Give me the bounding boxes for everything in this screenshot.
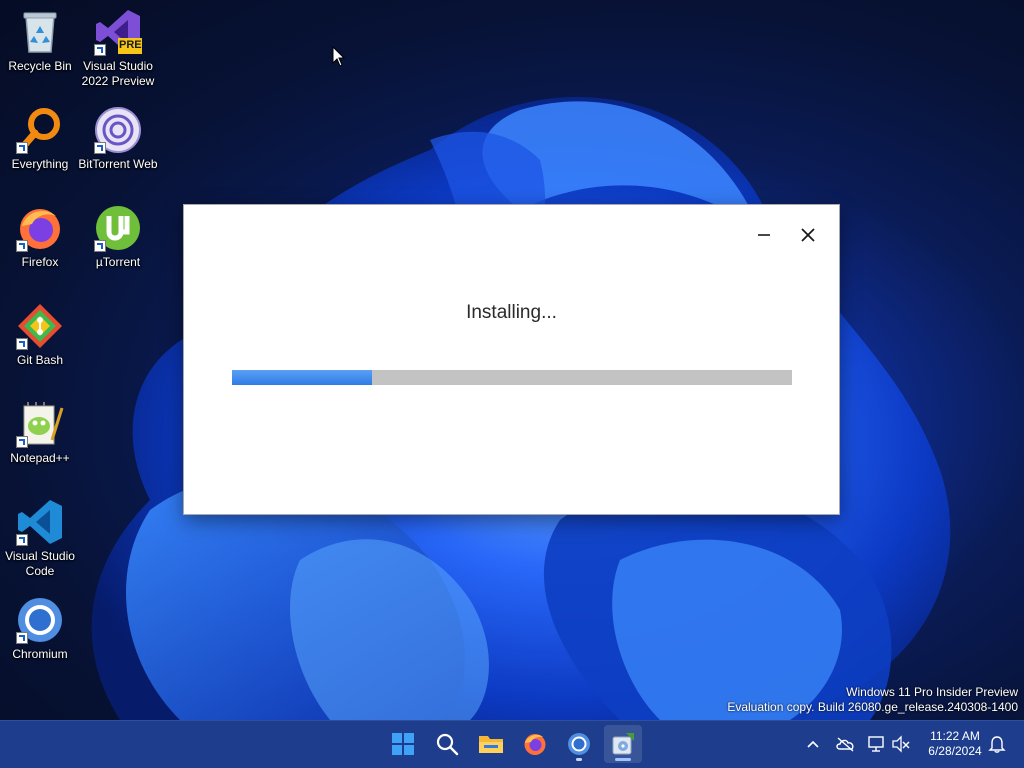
mouse-cursor-icon: [332, 46, 346, 67]
taskbar-firefox-button[interactable]: [516, 725, 554, 763]
shortcut-arrow-icon: [16, 142, 28, 154]
tray-volume-button[interactable]: [890, 733, 912, 755]
tray-overflow-button[interactable]: [802, 733, 824, 755]
close-button[interactable]: [791, 220, 825, 250]
chevron-up-icon: [807, 740, 819, 748]
install-progress-bar: [232, 370, 792, 385]
firefox-icon: [16, 204, 64, 252]
shortcut-arrow-icon: [94, 44, 106, 56]
taskbar-file-explorer-button[interactable]: [472, 725, 510, 763]
firefox-icon: [524, 734, 546, 755]
minimize-button[interactable]: [747, 220, 781, 250]
bittorrent-icon: [94, 106, 142, 154]
tray-network-button[interactable]: [866, 733, 888, 755]
desktop-icon-bittorrent-web[interactable]: BitTorrent Web: [78, 106, 158, 172]
clock-time: 11:22 AM: [930, 729, 980, 743]
desktop-icon-visual-studio-preview[interactable]: PRE Visual Studio 2022 Preview: [78, 8, 158, 89]
notepad-plus-plus-icon: [16, 400, 64, 448]
shortcut-arrow-icon: [16, 534, 28, 546]
desktop-icon-label: Git Bash: [16, 353, 64, 367]
utorrent-icon: [94, 204, 142, 252]
desktop-icon-vscode[interactable]: Visual Studio Code: [0, 498, 80, 579]
shortcut-arrow-icon: [16, 240, 28, 252]
desktop: Recycle Bin Everything Firefox Git Bash …: [0, 0, 1024, 720]
everything-search-icon: [16, 106, 64, 154]
running-indicator: [576, 758, 582, 761]
taskbar: 11:22 AM 6/28/2024: [0, 720, 1024, 768]
clock-date: 6/28/2024: [928, 744, 982, 758]
desktop-icon-label: Chromium: [12, 647, 68, 661]
git-bash-icon: [16, 302, 64, 350]
taskbar-installer-button[interactable]: [604, 725, 642, 763]
shortcut-arrow-icon: [94, 142, 106, 154]
install-status-text: Installing...: [466, 302, 557, 323]
watermark-build: Evaluation copy. Build 26080.ge_release.…: [727, 700, 1018, 714]
desktop-icon-label: Notepad++: [10, 451, 70, 465]
desktop-icon-label: BitTorrent Web: [78, 157, 158, 171]
installer-icon: [612, 733, 634, 755]
recycle-bin-icon: [16, 8, 64, 56]
visual-studio-preview-icon: PRE: [94, 8, 142, 56]
active-indicator: [615, 758, 631, 761]
volume-muted-icon: [892, 735, 910, 753]
desktop-icon-label: Everything: [11, 157, 69, 171]
shortcut-arrow-icon: [94, 240, 106, 252]
desktop-icon-firefox[interactable]: Firefox: [0, 204, 80, 270]
watermark-edition: Windows 11 Pro Insider Preview: [846, 685, 1018, 699]
taskbar-search-button[interactable]: [428, 725, 466, 763]
desktop-icon-utorrent[interactable]: µTorrent: [78, 204, 158, 270]
desktop-icon-label: µTorrent: [95, 255, 141, 269]
shortcut-arrow-icon: [16, 632, 28, 644]
windows-evaluation-watermark: Windows 11 Pro Insider Preview Evaluatio…: [727, 685, 1018, 715]
desktop-icon-label: Firefox: [21, 255, 59, 269]
chromium-icon: [568, 733, 590, 755]
preview-badge: PRE: [119, 39, 142, 51]
windows-start-icon: [392, 733, 414, 755]
close-icon: [801, 228, 815, 242]
desktop-icon-recycle-bin[interactable]: Recycle Bin: [0, 8, 80, 74]
minimize-icon: [758, 234, 770, 236]
tray-onedrive-button[interactable]: [834, 733, 856, 755]
desktop-icon-label: Recycle Bin: [8, 59, 72, 73]
taskbar-clock[interactable]: 11:22 AM 6/28/2024: [920, 729, 990, 759]
shortcut-arrow-icon: [16, 338, 28, 350]
desktop-icon-label: Visual Studio 2022 Preview: [81, 59, 155, 88]
notification-bell-icon: [988, 736, 1006, 753]
notification-center-button[interactable]: [986, 733, 1008, 755]
progress-bar-fill: [232, 370, 372, 385]
onedrive-offline-icon: [836, 737, 854, 752]
desktop-icon-notepad-plus-plus[interactable]: Notepad++: [0, 400, 80, 466]
taskbar-chromium-button[interactable]: [560, 725, 598, 763]
taskbar-start-button[interactable]: [384, 725, 422, 763]
folder-icon: [479, 736, 503, 753]
desktop-icon-git-bash[interactable]: Git Bash: [0, 302, 80, 368]
network-icon: [868, 736, 884, 752]
chromium-icon: [16, 596, 64, 644]
desktop-icon-everything[interactable]: Everything: [0, 106, 80, 172]
search-icon: [436, 733, 459, 756]
shortcut-arrow-icon: [16, 436, 28, 448]
desktop-icon-label: Visual Studio Code: [5, 549, 75, 578]
desktop-icon-chromium[interactable]: Chromium: [0, 596, 80, 662]
installer-window: Installing...: [184, 205, 839, 514]
vscode-icon: [16, 498, 64, 546]
